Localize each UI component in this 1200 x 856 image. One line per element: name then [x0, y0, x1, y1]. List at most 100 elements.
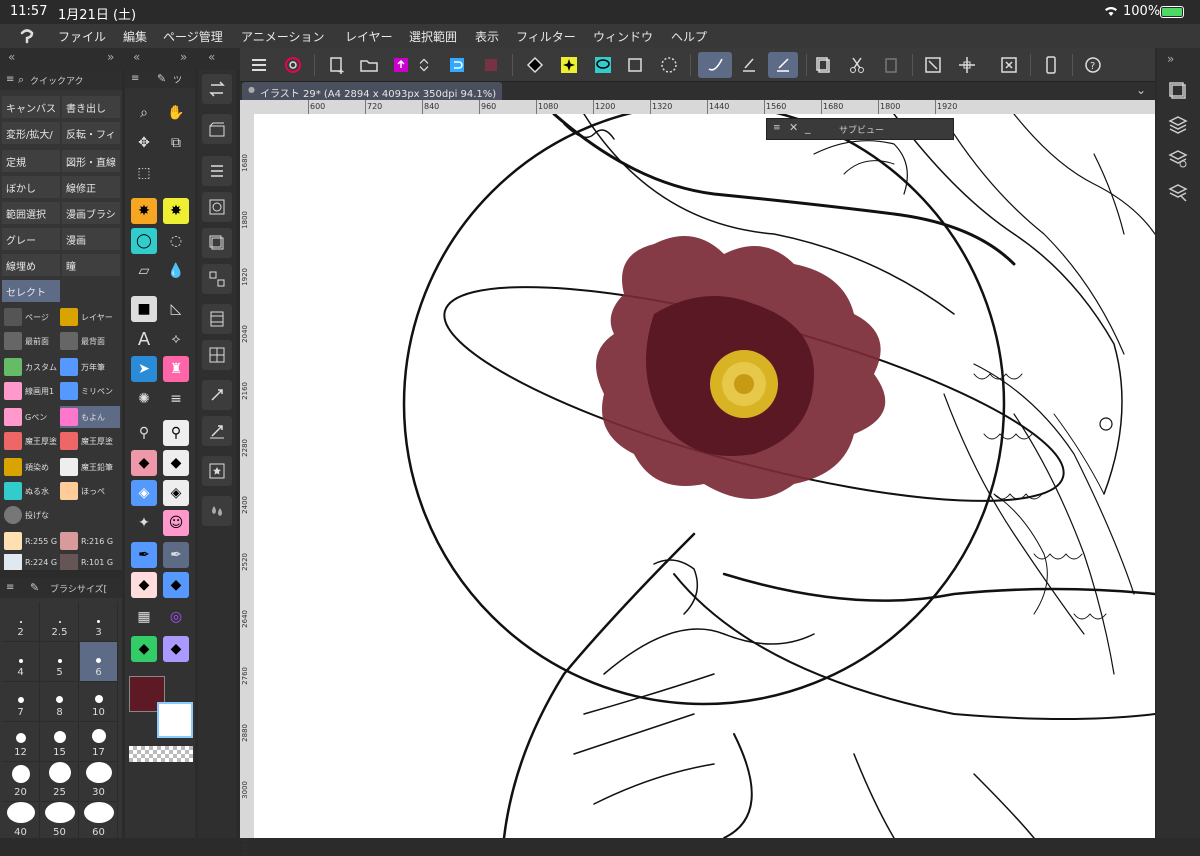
quick-btn-manga[interactable]: 漫画	[62, 228, 120, 250]
quick-btn-manga-brush[interactable]: 漫画ブラシ	[62, 202, 120, 224]
menu-window[interactable]: ウィンドウ	[593, 28, 653, 45]
lasso-icon[interactable]	[590, 52, 616, 78]
menu-file[interactable]: ファイル	[58, 28, 106, 45]
diamond-icon[interactable]: ◆	[131, 572, 157, 598]
quick-color-2[interactable]: R:216 G	[60, 530, 120, 552]
paint-bucket-icon[interactable]: ◆	[131, 450, 157, 476]
help-icon[interactable]: ?	[1080, 52, 1106, 78]
quick-item-blush[interactable]: 頬染め	[4, 456, 60, 478]
vector-icon[interactable]: ⟡	[163, 326, 189, 352]
character-tool-icon[interactable]: ☺	[163, 510, 189, 536]
brush-tool-icon[interactable]	[698, 52, 732, 78]
brush-size-option[interactable]: 40	[2, 802, 40, 842]
menu-animation[interactable]: アニメーション	[241, 28, 325, 45]
quick-btn-blur[interactable]: ぼかし	[2, 176, 60, 198]
handle-icon[interactable]: ≡	[131, 73, 139, 84]
menu-view[interactable]: 表示	[475, 28, 499, 45]
brush-size-option[interactable]: 15	[41, 722, 79, 762]
quick-btn-flip[interactable]: 反転・フィ	[62, 122, 120, 144]
brush-size-option[interactable]: 2.5	[41, 602, 79, 642]
film-icon[interactable]	[202, 304, 232, 334]
drops-icon[interactable]: 💧	[163, 258, 189, 284]
quick-item-millipen[interactable]: ミリペン	[60, 380, 120, 402]
subview-window[interactable]: ≡ ✕ _ サブビュー	[766, 118, 954, 140]
quick-item-lineart[interactable]: 線画用1	[4, 380, 60, 402]
quick-btn-shape[interactable]: 図形・直線	[62, 150, 120, 172]
quick-btn-line-fill[interactable]: 線埋め	[2, 254, 60, 276]
drops-icon[interactable]	[202, 496, 232, 526]
quick-item-maou1[interactable]: 魔王厚塗	[4, 430, 60, 452]
quick-btn-export[interactable]: 書き出し	[62, 96, 120, 118]
auto-select-icon[interactable]: ✸	[131, 198, 157, 224]
quick-btn-ruler[interactable]: 定規	[2, 150, 60, 172]
copy-icon[interactable]	[810, 52, 836, 78]
quick-color-3[interactable]: R:224 G	[4, 554, 60, 570]
quick-item-front[interactable]: 最前面	[4, 330, 60, 352]
pen-tool-icon[interactable]: ✒	[131, 542, 157, 568]
pen-line-icon[interactable]	[736, 52, 762, 78]
undo-icon[interactable]	[444, 52, 470, 78]
sparkle-icon[interactable]	[556, 52, 582, 78]
collapse-right-icon[interactable]: »	[1167, 52, 1174, 66]
dotted-circle-icon[interactable]	[656, 52, 682, 78]
menu-layer[interactable]: レイヤー	[345, 28, 393, 45]
handle-icon[interactable]: ≡	[773, 123, 781, 133]
quick-item-maou2[interactable]: 魔王厚塗	[60, 430, 120, 452]
quick-item-custom[interactable]: カスタム	[4, 356, 60, 378]
list-icon[interactable]	[202, 156, 232, 186]
quick-item-moyon[interactable]: もよん	[60, 406, 120, 428]
menu-edit[interactable]: 編集	[123, 28, 147, 45]
layer-property-icon[interactable]	[1167, 148, 1189, 174]
chevron-down-icon[interactable]: ⌄	[1136, 83, 1146, 97]
quick-item-gpen[interactable]: Gペン	[4, 406, 60, 428]
spiral-icon[interactable]	[280, 52, 306, 78]
arrows-updown-icon[interactable]	[416, 52, 432, 78]
sub-color-swatch[interactable]	[157, 702, 193, 738]
ruler-snap-icon[interactable]	[768, 52, 798, 78]
collapse-left-icon[interactable]: «	[8, 50, 15, 64]
move-layer-icon[interactable]	[954, 52, 980, 78]
app-logo-icon[interactable]	[18, 27, 36, 48]
brush-size-option[interactable]: 5	[41, 642, 79, 682]
fill-icon[interactable]: ◆	[163, 450, 189, 476]
eyedropper-fill-icon[interactable]: ⚲	[163, 420, 189, 446]
eyedropper-icon[interactable]: ⚲	[131, 420, 157, 446]
export-icon[interactable]	[388, 52, 414, 78]
quick-item-cheek[interactable]: ほっぺ	[60, 480, 120, 502]
swap-icon[interactable]	[202, 74, 232, 104]
brush-size-option[interactable]: 10	[80, 682, 118, 722]
redo-icon[interactable]	[478, 52, 504, 78]
quick-item-throw[interactable]: 投げな	[4, 504, 60, 526]
quick-btn-select[interactable]: 範囲選択	[2, 202, 60, 224]
brush-size-option[interactable]: 2	[2, 602, 40, 642]
handle-icon[interactable]: ≡	[6, 74, 14, 85]
text-icon[interactable]: A	[131, 326, 157, 352]
quick-item-layer[interactable]: レイヤー	[60, 306, 120, 328]
brush-size-option[interactable]: 4	[2, 642, 40, 682]
quick-color-4[interactable]: R:101 G	[60, 554, 120, 570]
quick-item-fountain[interactable]: 万年筆	[60, 356, 120, 378]
quick-item-maou-pencil[interactable]: 魔王鉛筆	[60, 456, 120, 478]
speed-lines-icon[interactable]: ≡	[163, 386, 189, 412]
brush-size-option[interactable]: 50	[41, 802, 79, 842]
close-icon[interactable]: ✕	[789, 121, 798, 134]
grid-icon[interactable]	[202, 264, 232, 294]
brush-size-option[interactable]: 8	[41, 682, 79, 722]
navigator-icon[interactable]	[1167, 80, 1189, 106]
quick-item-wet[interactable]: ぬる水	[4, 480, 60, 502]
brush-size-option[interactable]: 3	[80, 602, 118, 642]
cake-icon[interactable]: ♜	[163, 356, 189, 382]
open-folder-icon[interactable]	[356, 52, 382, 78]
menu-selection[interactable]: 選択範囲	[409, 28, 457, 45]
brush-size-option[interactable]: 60	[80, 802, 118, 842]
layers-icon[interactable]	[1167, 114, 1189, 140]
lasso-icon[interactable]: ◯	[131, 228, 157, 254]
collapse-right-icon[interactable]: »	[107, 50, 114, 64]
brush-size-option[interactable]: 7	[2, 682, 40, 722]
lasso-free-icon[interactable]: ◌	[163, 228, 189, 254]
brush-size-option[interactable]: 25	[41, 762, 79, 802]
brush-size-option[interactable]: 30	[80, 762, 118, 802]
brush-size-option[interactable]: 20	[2, 762, 40, 802]
collapse-left-icon[interactable]: «	[208, 50, 215, 64]
layer-search-icon[interactable]	[1167, 182, 1189, 208]
